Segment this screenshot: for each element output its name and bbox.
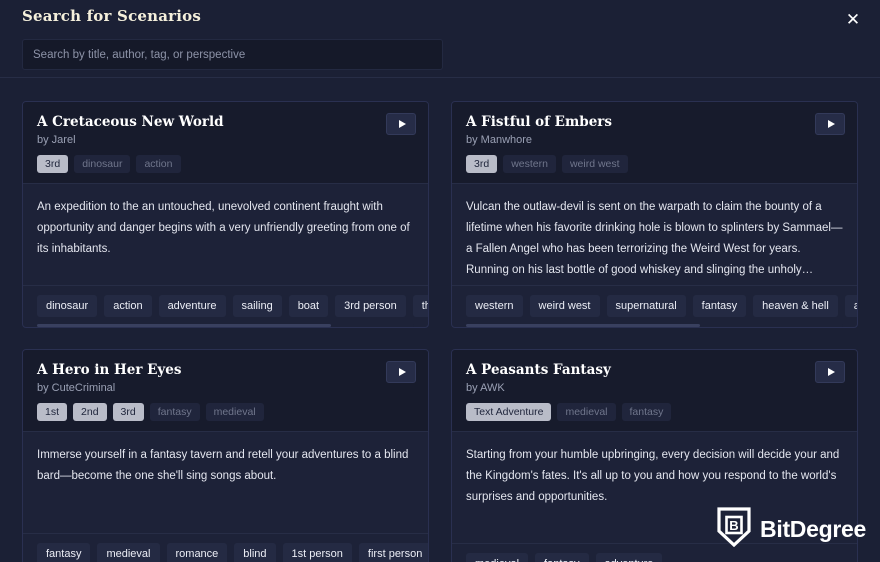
tag-list[interactable]: dinosaur action adventure sailing boat 3rd pe… bbox=[23, 294, 428, 317]
perspective-badge-row: 3rd western weird west bbox=[466, 155, 843, 174]
scenario-author: by AWK bbox=[466, 382, 505, 395]
scenario-badge[interactable]: weird west bbox=[561, 155, 628, 174]
tag-chip[interactable]: western bbox=[466, 294, 523, 317]
scenario-badge[interactable]: dinosaur bbox=[74, 155, 131, 174]
tag-scrollbar[interactable] bbox=[37, 324, 414, 327]
tag-chip[interactable]: boat bbox=[288, 294, 329, 317]
tag-chip[interactable]: adventure bbox=[158, 294, 226, 317]
tag-scrollbar[interactable] bbox=[466, 324, 843, 327]
tag-chip[interactable]: adventure bbox=[595, 552, 663, 562]
scenario-badge[interactable]: fantasy bbox=[621, 403, 672, 422]
tag-chip[interactable]: medieval bbox=[97, 542, 160, 562]
tag-chip[interactable]: first person bbox=[358, 542, 428, 562]
perspective-badge-row: 3rd dinosaur action bbox=[37, 155, 414, 174]
scenario-badge[interactable]: western bbox=[503, 155, 556, 174]
scenario-description: An expedition to the an untouched, unevo… bbox=[37, 201, 410, 256]
tag-list[interactable]: medieval fantasy adventure bbox=[452, 552, 857, 562]
perspective-badge-row: Text Adventure medieval fantasy bbox=[466, 403, 843, 422]
tag-chip[interactable]: action bbox=[104, 294, 152, 317]
scenario-author: by Manwhore bbox=[466, 134, 533, 147]
scenario-author: by Jarel bbox=[37, 134, 76, 147]
scenario-title: A Fistful of Embers bbox=[466, 114, 613, 130]
scenario-card[interactable]: A Cretaceous New World by Jarel 3rd dinosau… bbox=[22, 101, 429, 328]
page-title: Search for Scenarios bbox=[22, 7, 202, 25]
close-icon[interactable]: ✕ bbox=[836, 3, 870, 35]
scenario-author: by CuteCriminal bbox=[37, 382, 116, 395]
modal-header: Search for Scenarios ✕ bbox=[0, 0, 880, 78]
scenario-badge[interactable]: Text Adventure bbox=[466, 403, 552, 422]
tag-chip[interactable]: medieval bbox=[466, 552, 529, 562]
play-icon[interactable] bbox=[386, 113, 416, 135]
tag-chip[interactable]: fantasy bbox=[535, 552, 589, 562]
scenario-card-header: A Cretaceous New World by Jarel 3rd dinosau… bbox=[23, 102, 428, 185]
tag-chip[interactable]: 3rd person bbox=[335, 294, 406, 317]
tag-chip[interactable]: blind bbox=[234, 542, 276, 562]
search-input[interactable] bbox=[22, 39, 443, 70]
tag-list[interactable]: fantasy medieval romance blind 1st person fir… bbox=[23, 542, 428, 562]
scenario-card-header: A Peasants Fantasy by AWK Text Adventure me… bbox=[452, 350, 857, 433]
tag-chip[interactable]: dinosaur bbox=[37, 294, 98, 317]
scenario-title: A Hero in Her Eyes bbox=[37, 362, 182, 378]
tag-chip[interactable]: weird west bbox=[529, 294, 600, 317]
scenario-title: A Cretaceous New World bbox=[37, 114, 224, 130]
tag-chip[interactable]: fantasy bbox=[37, 542, 91, 562]
scenario-card-header: A Hero in Her Eyes by CuteCriminal 1st 2nd 3… bbox=[23, 350, 428, 433]
play-triangle-icon bbox=[398, 368, 406, 376]
scenario-title: A Peasants Fantasy bbox=[466, 362, 611, 378]
play-icon[interactable] bbox=[815, 361, 845, 383]
scenario-card[interactable]: A Fistful of Embers by Manwhore 3rd western… bbox=[451, 101, 858, 328]
play-icon[interactable] bbox=[815, 113, 845, 135]
tag-chip[interactable]: supernatural bbox=[606, 294, 686, 317]
scenario-badge[interactable]: medieval bbox=[205, 403, 264, 422]
play-triangle-icon bbox=[398, 120, 406, 128]
scenario-badge[interactable]: 2nd bbox=[73, 403, 107, 422]
scenario-description: Starting from your humble upbringing, ev… bbox=[466, 449, 840, 504]
perspective-badge-row: 1st 2nd 3rd fantasy medieval bbox=[37, 403, 414, 422]
tag-scrollbar-thumb[interactable] bbox=[466, 324, 700, 327]
play-triangle-icon bbox=[827, 368, 835, 376]
scenario-description: Immerse yourself in a fantasy tavern and… bbox=[37, 449, 409, 483]
scenario-results-grid: A Cretaceous New World by Jarel 3rd dinosau… bbox=[0, 79, 880, 562]
tag-chip[interactable]: th bbox=[412, 294, 428, 317]
scenario-description: Vulcan the outlaw-devil is sent on the w… bbox=[466, 201, 843, 277]
tag-list[interactable]: western weird west supernatural fantasy heav… bbox=[452, 294, 857, 317]
scenario-tag-strip: medieval fantasy adventure bbox=[452, 542, 857, 562]
scenario-badge[interactable]: 3rd bbox=[466, 155, 498, 174]
tag-chip[interactable]: fantasy bbox=[692, 294, 747, 317]
scenario-badge[interactable]: 3rd bbox=[112, 403, 144, 422]
tag-chip[interactable]: a bbox=[844, 294, 857, 317]
play-icon[interactable] bbox=[386, 361, 416, 383]
tag-scrollbar-thumb[interactable] bbox=[37, 324, 332, 327]
scenario-tag-strip: western weird west supernatural fantasy heav… bbox=[452, 284, 857, 327]
scenario-badge[interactable]: action bbox=[136, 155, 181, 174]
scenario-card[interactable]: A Hero in Her Eyes by CuteCriminal 1st 2nd 3… bbox=[22, 349, 429, 562]
tag-chip[interactable]: sailing bbox=[232, 294, 282, 317]
scenario-tag-strip: fantasy medieval romance blind 1st person fir… bbox=[23, 532, 428, 562]
scenario-badge[interactable]: 3rd bbox=[37, 155, 69, 174]
tag-chip[interactable]: heaven & hell bbox=[753, 294, 838, 317]
scenario-badge[interactable]: fantasy bbox=[149, 403, 200, 422]
tag-chip[interactable]: 1st person bbox=[282, 542, 352, 562]
scenario-card[interactable]: A Peasants Fantasy by AWK Text Adventure me… bbox=[451, 349, 858, 562]
scenario-badge[interactable]: 1st bbox=[37, 403, 68, 422]
scenario-badge[interactable]: medieval bbox=[557, 403, 616, 422]
scenario-tag-strip: dinosaur action adventure sailing boat 3rd pe… bbox=[23, 284, 428, 327]
play-triangle-icon bbox=[827, 120, 835, 128]
tag-chip[interactable]: romance bbox=[166, 542, 228, 562]
scenario-card-header: A Fistful of Embers by Manwhore 3rd western… bbox=[452, 102, 857, 185]
